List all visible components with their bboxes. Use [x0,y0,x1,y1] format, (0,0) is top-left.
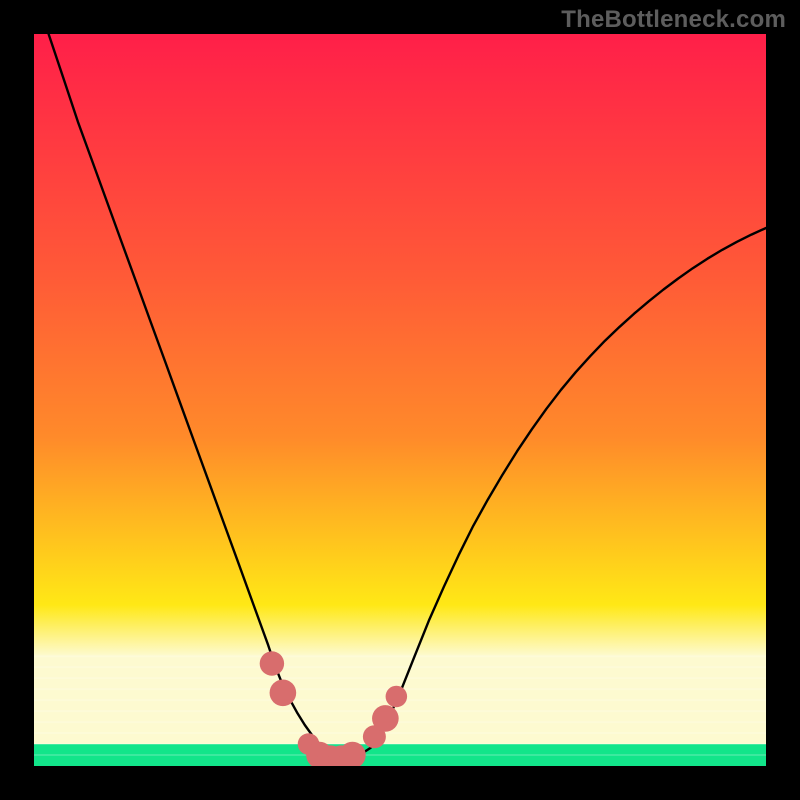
bottleneck-curve-chart [34,34,766,766]
chart-frame: TheBottleneck.com [0,0,800,800]
data-marker [270,679,297,706]
plot-area [34,34,766,766]
attribution-watermark: TheBottleneck.com [561,6,786,34]
data-marker [386,686,408,708]
data-marker [260,651,284,675]
data-marker [372,705,399,732]
